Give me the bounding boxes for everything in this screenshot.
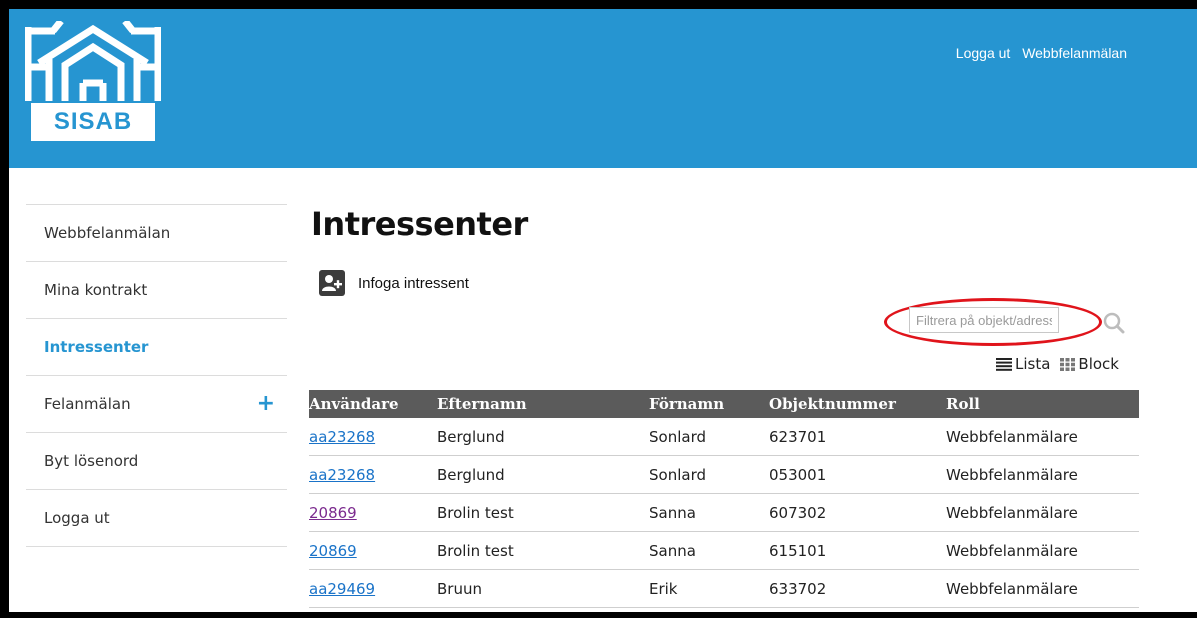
plus-icon[interactable]: + [257,376,275,432]
header-webbfelanmalan-link[interactable]: Webbfelanmälan [1022,45,1127,61]
sidebar-item-intressenter[interactable]: Intressenter [26,318,287,375]
sidebar-item-label: Mina kontrakt [44,281,148,299]
object-number-cell: 633702 [769,569,946,608]
user-cell: aa23268 [309,418,437,456]
filter-input[interactable] [909,307,1059,333]
table-row: aa23268 Berglund Sonlard 623701 Webbfela… [309,418,1139,456]
firstname-cell: Sonlard [649,455,769,494]
sidebar-item-label: Webbfelanmälan [44,224,171,242]
sidebar-item-mina-kontrakt[interactable]: Mina kontrakt [26,261,287,318]
lastname-cell: Bruun [437,569,649,608]
sidebar-nav: Webbfelanmälan Mina kontrakt Intressente… [26,204,287,547]
block-view-label: Block [1078,355,1119,373]
sidebar-item-logga-ut[interactable]: Logga ut [26,489,287,547]
lastname-cell: Berglund [437,455,649,494]
firstname-cell: Erik [649,569,769,608]
frame-border-left [0,0,9,618]
role-cell: Webbfelanmälare [946,531,1139,570]
object-number-cell: 053001 [769,455,946,494]
user-link[interactable]: 20869 [309,504,357,522]
list-icon [996,357,1012,371]
list-view-toggle[interactable]: Lista [996,355,1050,373]
user-cell: aa29469 [309,569,437,608]
sidebar-item-label: Felanmälan [44,395,131,413]
role-cell: Webbfelanmälare [946,418,1139,456]
column-header-objektnummer[interactable]: Objektnummer [769,390,946,418]
column-header-fornamn[interactable]: Förnamn [649,390,769,418]
object-number-cell: 623701 [769,418,946,456]
logo-text: SISAB [53,108,133,135]
view-toggle: Lista Block [996,354,1119,374]
grid-icon [1060,357,1076,371]
search-icon[interactable] [1103,312,1125,334]
table-row: 20869 Brolin test Sanna 615101 Webbfelan… [309,531,1139,570]
sidebar-item-label: Logga ut [44,509,110,527]
user-link[interactable]: 20869 [309,542,357,560]
lastname-cell: Brolin test [437,493,649,532]
firstname-cell: Sonlard [649,418,769,456]
sidebar-item-label: Byt lösenord [44,452,139,470]
role-cell: Webbfelanmälare [946,569,1139,608]
user-link[interactable]: aa23268 [309,428,375,446]
user-cell: aa23268 [309,455,437,494]
block-view-toggle[interactable]: Block [1060,355,1119,373]
column-header-anvandare[interactable]: Användare [309,390,437,418]
header-logout-link[interactable]: Logga ut [956,45,1011,61]
add-stakeholder-label: Infoga intressent [358,274,469,292]
role-cell: Webbfelanmälare [946,493,1139,532]
sidebar-item-felanmalan[interactable]: Felanmälan + [26,375,287,432]
table-row: 20869 Brolin test Sanna 607302 Webbfelan… [309,493,1139,532]
stakeholders-table: Användare Efternamn Förnamn Objektnummer… [309,390,1139,608]
object-number-cell: 615101 [769,531,946,570]
page-title: Intressenter [311,205,528,243]
list-view-label: Lista [1015,355,1051,373]
add-stakeholder-button[interactable]: Infoga intressent [319,269,469,297]
firstname-cell: Sanna [649,493,769,532]
sisab-logo[interactable]: SISAB [25,21,161,145]
frame-border-bottom [0,612,1197,618]
sidebar-item-label: Intressenter [44,338,149,356]
user-link[interactable]: aa29469 [309,580,375,598]
lastname-cell: Berglund [437,418,649,456]
object-number-cell: 607302 [769,493,946,532]
header-links: Logga ut Webbfelanmälan [948,45,1127,61]
firstname-cell: Sanna [649,531,769,570]
column-header-efternamn[interactable]: Efternamn [437,390,649,418]
user-cell: 20869 [309,531,437,570]
add-user-icon [319,270,345,296]
table-row: aa23268 Berglund Sonlard 053001 Webbfela… [309,455,1139,494]
sidebar-item-byt-losenord[interactable]: Byt lösenord [26,432,287,489]
user-cell: 20869 [309,493,437,532]
user-link[interactable]: aa23268 [309,466,375,484]
lastname-cell: Brolin test [437,531,649,570]
role-cell: Webbfelanmälare [946,455,1139,494]
frame-border-top [0,0,1197,9]
table-row: aa29469 Bruun Erik 633702 Webbfelanmälar… [309,569,1139,608]
site-header: SISAB Logga ut Webbfelanmälan [9,9,1197,168]
column-header-roll[interactable]: Roll [946,390,1139,418]
table-header-row: Användare Efternamn Förnamn Objektnummer… [309,390,1139,418]
sidebar-item-webbfelanmalan[interactable]: Webbfelanmälan [26,204,287,261]
